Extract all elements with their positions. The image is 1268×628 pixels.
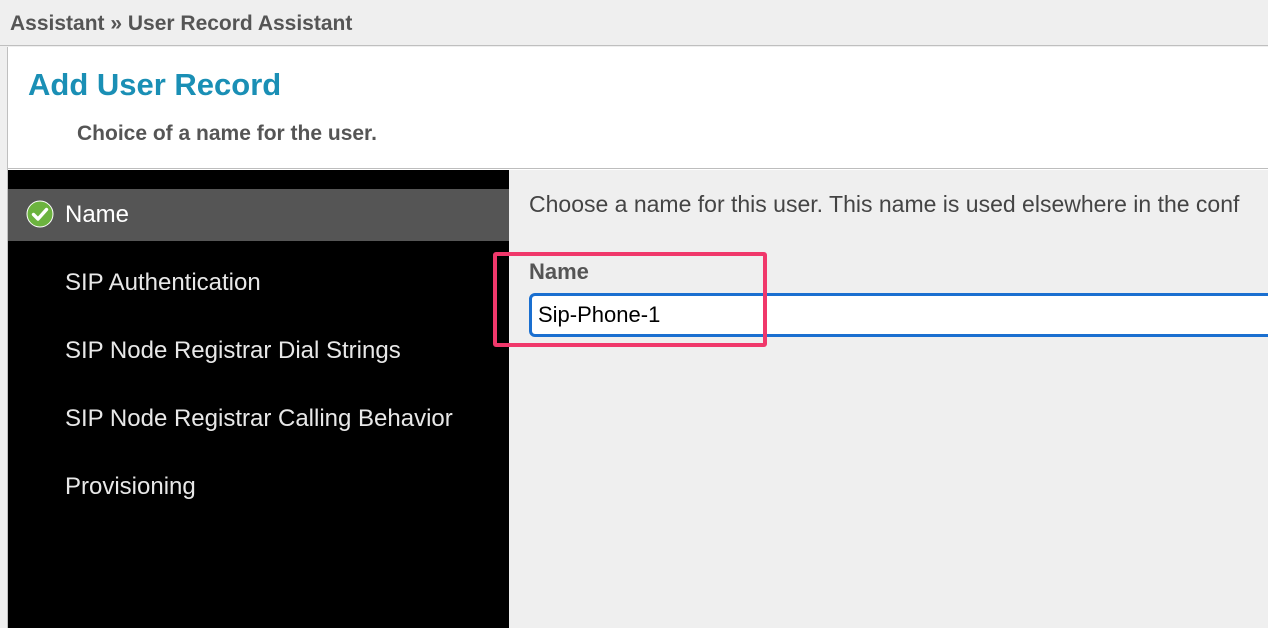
page-subtitle: Choice of a name for the user. [77, 122, 377, 145]
sidebar-item-name[interactable]: Name [8, 189, 509, 241]
sidebar-item-label: SIP Authentication [65, 269, 261, 296]
name-field-label: Name [529, 259, 589, 284]
main-content: Choose a name for this user. This name i… [509, 170, 1268, 628]
breadcrumb: Assistant » User Record Assistant [0, 0, 1268, 46]
assistant-page: Assistant » User Record Assistant Add Us… [0, 0, 1268, 628]
description-text: Choose a name for this user. This name i… [529, 191, 1240, 217]
sidebar-item-label: Provisioning [65, 473, 196, 500]
sidebar-item-label: Name [65, 201, 130, 228]
name-input[interactable] [529, 293, 1268, 337]
sidebar-item-sip-node-registrar-calling-behavior[interactable]: SIP Node Registrar Calling Behavior [8, 393, 509, 445]
header: Add User Record Choice of a name for the… [8, 47, 1268, 169]
sidebar-item-sip-node-registrar-dial-strings[interactable]: SIP Node Registrar Dial Strings [8, 325, 509, 377]
sidebar-item-sip-authentication[interactable]: SIP Authentication [8, 257, 509, 309]
check-circle-icon [26, 200, 54, 228]
sidebar: Name SIP Authentication SIP Node Registr… [8, 170, 509, 628]
breadcrumb-text: Assistant » User Record Assistant [10, 12, 353, 35]
sidebar-item-label: SIP Node Registrar Calling Behavior [65, 405, 453, 432]
page-title: Add User Record [28, 67, 282, 102]
assistant-frame: Add User Record Choice of a name for the… [7, 47, 1268, 628]
sidebar-item-provisioning[interactable]: Provisioning [8, 461, 509, 513]
sidebar-item-label: SIP Node Registrar Dial Strings [65, 337, 401, 364]
